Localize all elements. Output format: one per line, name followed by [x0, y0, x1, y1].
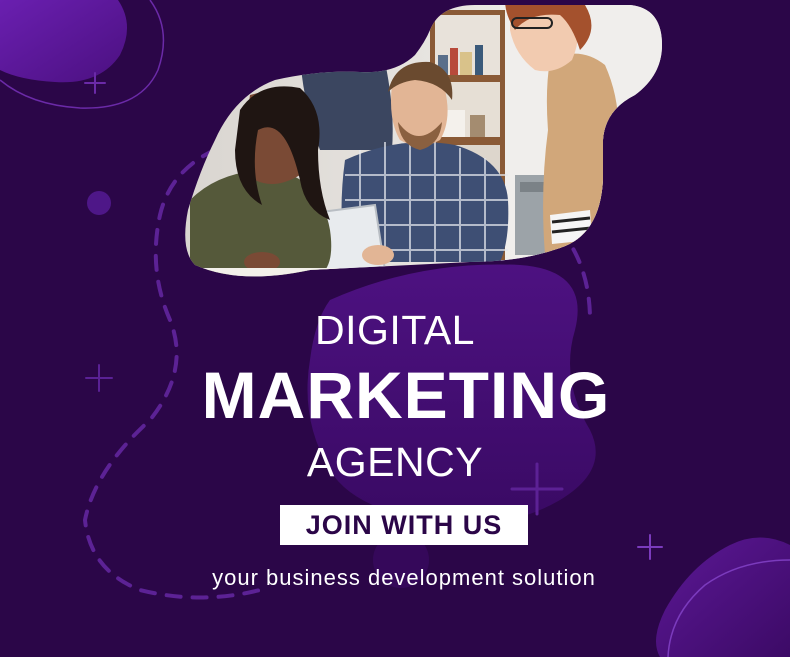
headline-digital: DIGITAL: [315, 307, 475, 353]
headline-agency: AGENCY: [306, 439, 484, 485]
tagline: your business development solution: [212, 565, 596, 590]
headline-marketing: MARKETING: [201, 358, 611, 432]
poster: DIGITAL MARKETING AGENCY JOIN WITH US yo…: [0, 0, 790, 657]
plus-icon: [637, 534, 663, 560]
team-photo: [185, 5, 662, 277]
join-button[interactable]: JOIN WITH US: [280, 505, 528, 545]
decor-blob-bottom-right: [656, 537, 790, 657]
decor-blob-top-left: [0, 0, 128, 83]
decor-dot: [87, 191, 111, 215]
